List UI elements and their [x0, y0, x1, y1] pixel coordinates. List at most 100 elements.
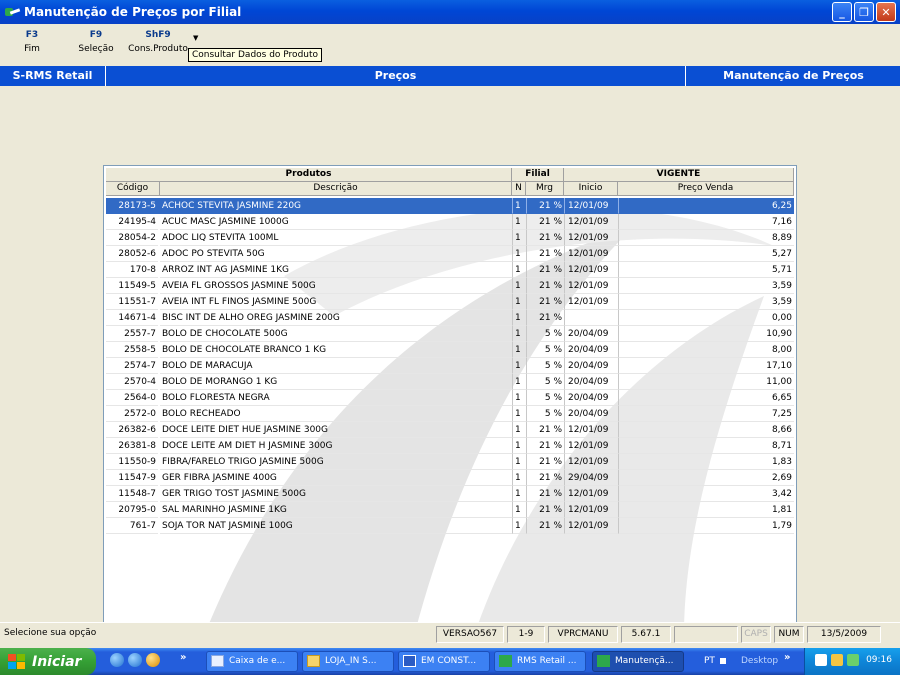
tooltip: Consultar Dados do Produto — [188, 48, 323, 62]
desktop-toolbar-label[interactable]: Desktop — [741, 656, 778, 666]
cell-preco-venda: 6,25 — [618, 198, 794, 214]
table-row[interactable]: 2572-0 BOLO RECHEADO 1 5 % 20/04/09 7,25 — [106, 406, 794, 422]
column-header-n[interactable]: N — [512, 182, 526, 196]
cell-inicio — [564, 310, 618, 326]
cell-inicio: 20/04/09 — [564, 358, 618, 374]
cell-n: 1 — [512, 502, 526, 518]
minimize-button[interactable]: _ — [832, 2, 852, 22]
cell-descricao: SOJA TOR NAT JASMINE 100G — [160, 518, 512, 534]
cell-codigo: 14671-4 — [106, 310, 158, 326]
task-caixa-entrada[interactable]: Caixa de e... — [206, 651, 298, 672]
table-row[interactable]: 2570-4 BOLO DE MORANGO 1 KG 1 5 % 20/04/09 11… — [106, 374, 794, 390]
cell-preco-venda: 7,16 — [618, 214, 794, 230]
task-loja-in[interactable]: LOJA_IN S... — [302, 651, 394, 672]
keyboard-icon — [720, 658, 726, 664]
volume-icon[interactable] — [831, 654, 843, 666]
table-row[interactable]: 26381-8 DOCE LEITE AM DIET H JASMINE 300G… — [106, 438, 794, 454]
table-row[interactable]: 11547-9 GER FIBRA JASMINE 400G 1 21 % 29/04/… — [106, 470, 794, 486]
cell-inicio: 20/04/09 — [564, 326, 618, 342]
desktop-more-icon[interactable]: » — [784, 652, 790, 663]
table-row[interactable]: 170-8 ARROZ INT AG JASMINE 1KG 1 21 % 12/01/… — [106, 262, 794, 278]
cell-mrg: 21 % — [526, 454, 564, 470]
status-caps: CAPS — [741, 626, 771, 643]
cell-codigo: 26381-8 — [106, 438, 158, 454]
cell-mrg: 5 % — [526, 374, 564, 390]
task-manutencao[interactable]: Manutençã... — [592, 651, 684, 672]
cell-n: 1 — [512, 278, 526, 294]
cell-mrg: 21 % — [526, 214, 564, 230]
quick-launch-more-icon[interactable]: » — [180, 652, 186, 663]
ie-icon[interactable] — [110, 653, 124, 667]
windows-flag-icon — [8, 653, 26, 670]
table-row[interactable]: 761-7 SOJA TOR NAT JASMINE 100G 1 21 % 12/01… — [106, 518, 794, 534]
cell-preco-venda: 5,71 — [618, 262, 794, 278]
table-row[interactable]: 20795-0 SAL MARINHO JASMINE 1KG 1 21 % 12/01… — [106, 502, 794, 518]
status-build: 5.67.1 — [621, 626, 671, 643]
table-row[interactable]: 14671-4 BISC INT DE ALHO OREG JASMINE 200… — [106, 310, 794, 326]
task-rms-retail[interactable]: RMS Retail ... — [494, 651, 586, 672]
cell-descricao: ACUC MASC JASMINE 1000G — [160, 214, 512, 230]
cell-n: 1 — [512, 374, 526, 390]
table-row[interactable]: 28173-5 ACHOC STEVITA JASMINE 220G 1 21 % 12… — [106, 198, 794, 214]
cell-descricao: BOLO DE MORANGO 1 KG — [160, 374, 512, 390]
table-row[interactable]: 2557-7 BOLO DE CHOCOLATE 500G 1 5 % 20/04/09… — [106, 326, 794, 342]
table-row[interactable]: 26382-6 DOCE LEITE DIET HUE JASMINE 300G 1… — [106, 422, 794, 438]
column-header-mrg[interactable]: Mrg — [526, 182, 564, 196]
maximize-button[interactable]: ❐ — [854, 2, 874, 22]
shf9-action-label: Cons.Produto — [128, 44, 188, 54]
network-icon[interactable] — [815, 654, 827, 666]
table-row[interactable]: 28054-2 ADOC LIQ STEVITA 100ML 1 21 % 12/01/… — [106, 230, 794, 246]
task-em-construcao[interactable]: EM CONST... — [398, 651, 490, 672]
cell-preco-venda: 17,10 — [618, 358, 794, 374]
f9-selecao-button[interactable]: F9 Seleção — [76, 30, 116, 54]
table-row[interactable]: 2564-0 BOLO FLORESTA NEGRA 1 5 % 20/04/09 6,6… — [106, 390, 794, 406]
window-title: Manutenção de Preços por Filial — [24, 5, 242, 19]
cell-mrg: 21 % — [526, 486, 564, 502]
cell-mrg: 21 % — [526, 502, 564, 518]
toolbar-dropdown-icon[interactable]: ▼ — [193, 34, 198, 42]
status-message: Selecione sua opção — [4, 628, 97, 638]
cell-mrg: 5 % — [526, 358, 564, 374]
cell-preco-venda: 7,25 — [618, 406, 794, 422]
prices-grid[interactable]: Produtos Filial VIGENTE Código Descrição… — [103, 165, 797, 638]
cell-n: 1 — [512, 406, 526, 422]
start-button[interactable]: Iniciar — [0, 648, 96, 675]
column-header-preco-venda[interactable]: Preço Venda — [618, 182, 794, 196]
f3-fim-button[interactable]: F3 Fim — [20, 30, 44, 54]
column-header-descricao[interactable]: Descrição — [160, 182, 512, 196]
cell-mrg: 21 % — [526, 198, 564, 214]
table-row[interactable]: 11550-9 FIBRA/FARELO TRIGO JASMINE 500G 1 2… — [106, 454, 794, 470]
table-row[interactable]: 2574-7 BOLO DE MARACUJA 1 5 % 20/04/09 17,10 — [106, 358, 794, 374]
cell-inicio: 20/04/09 — [564, 406, 618, 422]
cell-descricao: DOCE LEITE AM DIET H JASMINE 300G — [160, 438, 512, 454]
status-num: NUM — [774, 626, 804, 643]
cell-codigo: 170-8 — [106, 262, 158, 278]
status-program: VPRCMANU — [548, 626, 618, 643]
status-version: VERSAO567 — [436, 626, 504, 643]
cell-n: 1 — [512, 342, 526, 358]
shf9-cons-produto-button[interactable]: ShF9 Cons.Produto — [128, 30, 188, 54]
cell-codigo: 28054-2 — [106, 230, 158, 246]
language-indicator[interactable]: PT — [704, 656, 715, 666]
cell-mrg: 21 % — [526, 278, 564, 294]
cell-inicio: 12/01/09 — [564, 486, 618, 502]
table-row[interactable]: 11551-7 AVEIA INT FL FINOS JASMINE 500G 1 2… — [106, 294, 794, 310]
table-row[interactable]: 11548-7 GER TRIGO TOST JASMINE 500G 1 21 % 1… — [106, 486, 794, 502]
cell-inicio: 12/01/09 — [564, 294, 618, 310]
f3-action-label: Fim — [24, 44, 40, 54]
security-icon[interactable] — [847, 654, 859, 666]
column-header-codigo[interactable]: Código — [106, 182, 160, 196]
grid-column-header: Código Descrição N Mrg Inicio Preço Vend… — [106, 182, 794, 196]
table-row[interactable]: 24195-4 ACUC MASC JASMINE 1000G 1 21 % 12/01… — [106, 214, 794, 230]
close-button[interactable]: ✕ — [876, 2, 896, 22]
column-header-inicio[interactable]: Inicio — [564, 182, 618, 196]
media-icon[interactable] — [146, 653, 160, 667]
table-row[interactable]: 28052-6 ADOC PO STEVITA 50G 1 21 % 12/01/09 5… — [106, 246, 794, 262]
browser-icon[interactable] — [128, 653, 142, 667]
cell-n: 1 — [512, 470, 526, 486]
cell-inicio: 20/04/09 — [564, 342, 618, 358]
table-row[interactable]: 2558-5 BOLO DE CHOCOLATE BRANCO 1 KG 1 5 % 2… — [106, 342, 794, 358]
table-row[interactable]: 11549-5 AVEIA FL GROSSOS JASMINE 500G 1 21 … — [106, 278, 794, 294]
cell-preco-venda: 3,59 — [618, 278, 794, 294]
status-bar: Selecione sua opção VERSAO567 1-9 VPRCMA… — [0, 622, 900, 644]
